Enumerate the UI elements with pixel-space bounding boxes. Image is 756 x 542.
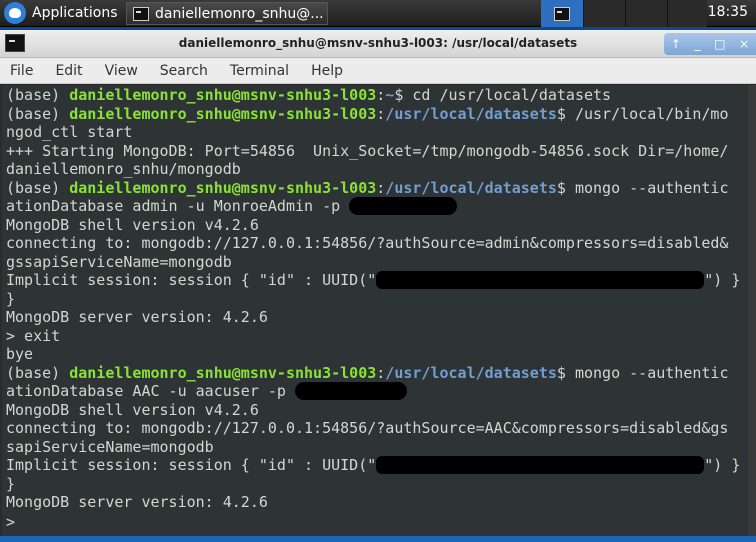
window-close-button[interactable]: × — [739, 37, 749, 51]
terminal-line: (base) daniellemonro_snhu@msnv-snhu3-l00… — [6, 86, 612, 104]
workspace-1[interactable] — [541, 0, 583, 27]
applications-menu-button[interactable]: Applications — [4, 2, 118, 24]
terminal-line: gssapiServiceName=mongodb — [6, 252, 232, 271]
terminal-line: bye — [6, 345, 34, 363]
prompt-user: daniellemonro_snhu@msnv-snhu3-l003 — [69, 86, 377, 104]
xfce-logo-icon — [4, 2, 26, 24]
terminal-icon — [554, 6, 570, 21]
terminal-line: MongoDB shell version v4.2.6 — [6, 215, 259, 234]
window-title: daniellemonro_snhu@msnv-snhu3-l003: /usr… — [178, 36, 578, 50]
redacted-password — [294, 382, 407, 400]
terminal-line: ngod_ctl start — [6, 123, 133, 141]
terminal-line: ationDatabase admin -u MonroeAdmin -p — [6, 197, 748, 216]
terminal-output[interactable]: (base) daniellemonro_snhu@msnv-snhu3-l00… — [2, 85, 748, 540]
terminal-line: MongoDB server version: 4.2.6 — [6, 493, 268, 511]
terminal-cursor — [15, 512, 23, 527]
prompt-path: /usr/local/datasets — [385, 363, 557, 382]
menu-help[interactable]: Help — [301, 63, 355, 79]
menu-search[interactable]: Search — [150, 63, 220, 79]
prompt-path: /usr/local/datasets — [385, 104, 557, 123]
terminal-scrollbar[interactable] — [748, 85, 756, 540]
desktop-background — [0, 536, 756, 542]
clock[interactable]: 18:35 — [708, 4, 748, 20]
window-titlebar[interactable]: daniellemonro_snhu@msnv-snhu3-l003: /usr… — [0, 30, 756, 58]
terminal-line: (base) daniellemonro_snhu@msnv-snhu3-l00… — [6, 104, 729, 123]
top-panel: Applications daniellemonro_snhu@... 18:3… — [0, 0, 756, 27]
workspace-3[interactable] — [625, 0, 667, 27]
terminal-line: +++ Starting MongoDB: Port=54856 Unix_So… — [6, 141, 729, 160]
redacted-password — [349, 197, 458, 215]
terminal-line: connecting to: mongodb://127.0.0.1:54856… — [6, 419, 729, 437]
terminal-line: (base) daniellemonro_snhu@msnv-snhu3-l00… — [6, 178, 729, 197]
terminal-line: daniellemonro_snhu/mongodb — [6, 160, 241, 178]
terminal-line: connecting to: mongodb://127.0.0.1:54856… — [6, 234, 729, 252]
terminal-icon — [133, 6, 149, 21]
taskbar-terminal-label: daniellemonro_snhu@... — [155, 5, 324, 22]
taskbar-terminal-item[interactable]: daniellemonro_snhu@... — [126, 2, 328, 25]
terminal-window: daniellemonro_snhu@msnv-snhu3-l003: /usr… — [0, 30, 756, 542]
terminal-line: } — [6, 289, 16, 308]
menu-terminal[interactable]: Terminal — [220, 63, 301, 79]
terminal-line: (base) daniellemonro_snhu@msnv-snhu3-l00… — [6, 363, 729, 382]
prompt-user: daniellemonro_snhu@msnv-snhu3-l003 — [69, 178, 377, 197]
menubar: File Edit View Search Terminal Help — [0, 58, 756, 84]
terminal-line: > — [6, 512, 748, 531]
terminal-line: sapiServiceName=mongodb — [6, 437, 214, 456]
redacted-uuid — [376, 456, 705, 474]
menu-file[interactable]: File — [0, 63, 45, 79]
window-maximize-button[interactable]: □ — [714, 37, 725, 51]
prompt-user: daniellemonro_snhu@msnv-snhu3-l003 — [69, 363, 377, 382]
window-controls: ↑ _ □ × — [664, 33, 756, 55]
workspace-4[interactable] — [667, 0, 707, 27]
prompt-path: ~ — [385, 86, 395, 104]
applications-label: Applications — [32, 5, 118, 21]
terminal-line: > exit — [6, 326, 61, 345]
terminal-line: } — [6, 474, 16, 493]
workspace-2[interactable] — [583, 0, 625, 27]
window-minimize-button[interactable]: _ — [695, 37, 701, 51]
menu-edit[interactable]: Edit — [45, 63, 94, 79]
terminal-line: MongoDB server version: 4.2.6 — [6, 308, 268, 326]
terminal-line: Implicit session: session { "id" : UUID(… — [6, 271, 741, 289]
window-shade-button[interactable]: ↑ — [671, 37, 681, 51]
prompt-user: daniellemonro_snhu@msnv-snhu3-l003 — [69, 104, 377, 123]
terminal-line: MongoDB shell version v4.2.6 — [6, 400, 259, 419]
terminal-line: Implicit session: session { "id" : UUID(… — [6, 456, 741, 474]
prompt-path: /usr/local/datasets — [385, 178, 557, 197]
redacted-uuid — [376, 271, 705, 289]
terminal-line: ationDatabase AAC -u aacuser -p — [6, 382, 748, 401]
menu-view[interactable]: View — [95, 63, 150, 79]
